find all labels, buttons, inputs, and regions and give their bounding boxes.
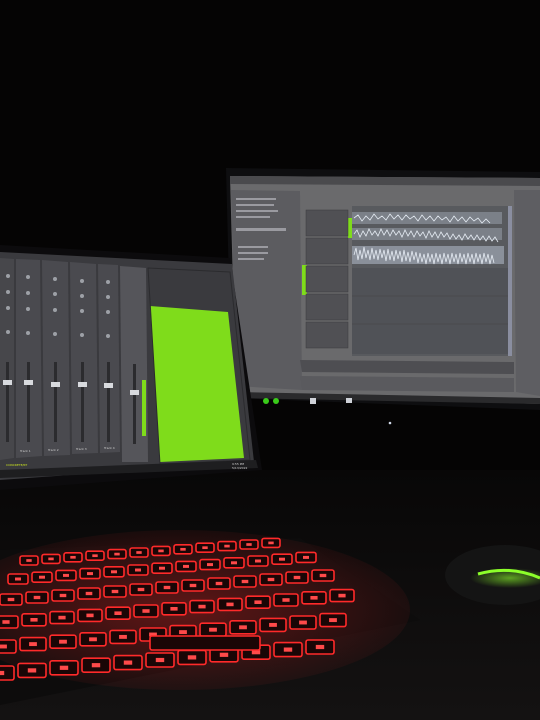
key-legend [310,596,318,600]
key-legend [207,563,213,567]
key-legend [114,552,120,556]
key-legend [239,625,247,630]
external-monitor [226,168,540,410]
key-legend [86,613,94,618]
key-legend [226,602,234,607]
key-legend [123,660,133,665]
key-legend [246,543,252,546]
key-legend [180,547,186,551]
key-legend [319,573,327,578]
key-legend [7,597,15,602]
key-legend [111,570,117,574]
key-legend [92,554,98,558]
key-legend [85,591,93,596]
timeline-scrollbar[interactable] [508,206,512,356]
key-legend [268,541,274,545]
green-channel-label: CONCRETE/RT [6,463,27,467]
key-legend [329,618,337,623]
channel-label: Track 1 [19,449,31,453]
key-legend [183,564,189,568]
bottom-panel [300,376,514,392]
key-legend [299,620,307,625]
stop-icon[interactable] [310,398,316,404]
properties-panel [514,190,540,396]
record-icon[interactable] [263,398,269,404]
key-legend [30,618,38,622]
taskbar-date: 5/13/2022 [232,466,247,470]
transport-bar [300,360,514,374]
green-level-bar [348,218,352,238]
channel-label: Track 2 [47,448,59,452]
channel-label: Track 4 [103,446,115,450]
key-legend [158,549,164,553]
key-legend [170,607,178,611]
key-legend [48,557,54,561]
key-legend [15,577,21,581]
channel-label: Track 3 [75,447,87,451]
track-headers [305,209,349,349]
spacebar-key[interactable] [149,635,261,651]
folder-icon[interactable] [346,398,352,403]
key-legend [89,637,97,642]
key-legend [189,583,197,588]
key-legend [219,652,229,657]
master-level-meter [142,380,146,436]
key-legend [282,598,290,602]
key-legend [59,639,67,644]
key-legend [137,587,145,592]
key-legend [136,551,142,554]
key-legend [2,620,10,624]
key-legend [119,634,127,639]
mixer-channels [0,258,148,462]
key-legend [39,575,45,579]
play-icon[interactable] [273,398,279,404]
key-legend [179,630,187,635]
photo-scene: Track 1 Track 2 Track 3 Track 4 CONCRETE… [0,0,540,720]
key-legend [155,657,165,663]
track-waveform-1 [352,212,502,224]
key-legend [26,559,32,562]
key-legend [58,615,66,620]
key-legend [202,546,208,550]
key-legend [215,581,223,586]
key-legend [70,555,76,559]
key-legend [27,668,37,673]
key-legend [315,644,325,650]
key-legend [0,670,5,676]
track-waveform-2 [352,228,502,240]
laptop-display: Track 1 Track 2 Track 3 Track 4 CONCRETE… [0,245,262,490]
key-legend [114,611,122,615]
key-legend [231,561,237,565]
key-legend [59,665,69,670]
key-legend [159,566,165,570]
key-legend [111,589,119,594]
key-legend [135,568,141,572]
key-legend [303,555,309,559]
key-legend [33,595,41,600]
key-legend [338,593,346,598]
key-legend [142,609,150,613]
empty-track-area [352,268,512,354]
key-legend [254,600,262,604]
key-legend [59,593,67,598]
key-legend [63,573,69,577]
key-legend [283,647,293,652]
key-legend [279,557,285,561]
power-led [388,421,392,425]
key-legend [29,642,37,647]
key-legend [198,604,206,609]
key-legend [187,655,197,660]
key-legend [91,663,101,668]
key-legend [87,572,93,576]
key-legend [269,622,277,627]
key-legend [163,585,171,590]
green-meter-panel [150,306,244,462]
key-legend [209,627,217,632]
key-legend [241,579,249,584]
key-legend [255,559,261,563]
key-legend [0,644,7,649]
key-legend [224,544,230,548]
key-legend [267,577,275,582]
key-legend [293,575,301,580]
